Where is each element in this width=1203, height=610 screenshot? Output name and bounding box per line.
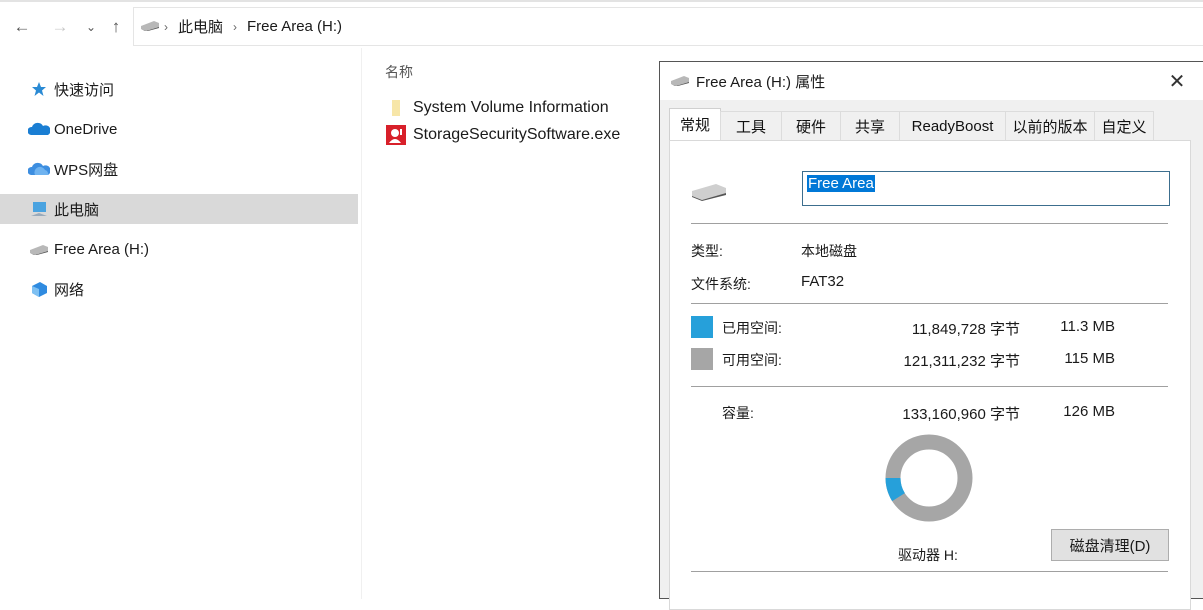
capacity-bytes: 133,160,960 字节 bbox=[902, 406, 1020, 423]
donut-slice-free bbox=[885, 434, 973, 522]
tab-general[interactable]: 常规 bbox=[669, 108, 721, 140]
sidebar-item-network[interactable]: 网络 bbox=[0, 274, 358, 304]
divider bbox=[691, 571, 1168, 572]
free-space-size: 115 MB bbox=[1064, 350, 1115, 367]
drive-icon bbox=[28, 240, 50, 258]
back-button[interactable]: ← bbox=[11, 16, 33, 38]
free-space-label: 可用空间: bbox=[722, 352, 782, 368]
column-header-name[interactable]: 名称 bbox=[385, 62, 413, 82]
arrow-right-icon: → bbox=[51, 17, 69, 36]
general-tab-panel: Free Area 类型: 本地磁盘 文件系统: FAT32 已用空间: 11,… bbox=[669, 140, 1191, 610]
type-label: 类型: bbox=[691, 243, 723, 259]
sidebar-item-free-area[interactable]: Free Area (H:) bbox=[0, 234, 358, 264]
drive-icon bbox=[140, 18, 160, 35]
address-bar[interactable]: › 此电脑 › Free Area (H:) bbox=[133, 7, 1203, 46]
breadcrumb-free-area[interactable]: Free Area (H:) bbox=[247, 18, 342, 35]
recent-locations-button[interactable]: ⌄ bbox=[80, 16, 102, 38]
properties-dialog: Free Area (H:) 属性 ✕ 常规 工具 硬件 共享 ReadyBoo… bbox=[659, 61, 1203, 610]
tab-sharing[interactable]: 共享 bbox=[840, 111, 900, 140]
breadcrumb-this-pc[interactable]: 此电脑 bbox=[178, 16, 223, 37]
breadcrumb-separator-icon: › bbox=[233, 19, 238, 34]
cloud-icon bbox=[28, 160, 50, 178]
star-icon bbox=[28, 80, 50, 98]
sidebar-label: Free Area (H:) bbox=[54, 240, 150, 258]
folder-icon bbox=[386, 98, 406, 118]
forward-button[interactable]: → bbox=[49, 16, 71, 38]
used-space-bytes: 11,849,728 字节 bbox=[911, 321, 1020, 338]
used-space-size: 11.3 MB bbox=[1060, 318, 1115, 335]
cloud-icon bbox=[28, 120, 50, 138]
divider bbox=[691, 303, 1168, 304]
sidebar-item-onedrive[interactable]: OneDrive bbox=[0, 114, 358, 144]
free-space-bytes: 121,311,232 字节 bbox=[903, 353, 1020, 370]
pane-divider[interactable] bbox=[361, 48, 362, 599]
file-name: System Volume Information bbox=[413, 99, 609, 116]
disk-cleanup-button[interactable]: 磁盘清理(D) bbox=[1051, 529, 1169, 561]
up-button[interactable]: ↑ bbox=[105, 16, 127, 38]
network-icon bbox=[28, 280, 50, 298]
tab-tools[interactable]: 工具 bbox=[720, 111, 782, 140]
type-value: 本地磁盘 bbox=[801, 243, 857, 259]
drive-letter-label: 驱动器 H: bbox=[898, 547, 958, 563]
sidebar-item-wps-cloud[interactable]: WPS网盘 bbox=[0, 154, 358, 184]
filesystem-label: 文件系统: bbox=[691, 276, 751, 292]
sidebar-label: 快速访问 bbox=[54, 81, 115, 99]
tab-customize[interactable]: 自定义 bbox=[1094, 111, 1154, 140]
tab-bar: 常规 工具 硬件 共享 ReadyBoost 以前的版本 自定义 bbox=[669, 108, 1154, 140]
file-item[interactable]: StorageSecuritySoftware.exe bbox=[386, 124, 620, 146]
dialog-titlebar[interactable]: Free Area (H:) 属性 ✕ bbox=[660, 62, 1203, 100]
tab-hardware[interactable]: 硬件 bbox=[781, 111, 841, 140]
divider bbox=[691, 386, 1168, 387]
capacity-size: 126 MB bbox=[1063, 403, 1115, 420]
file-item[interactable]: System Volume Information bbox=[386, 97, 609, 119]
used-space-label: 已用空间: bbox=[722, 320, 782, 336]
volume-name-selection: Free Area bbox=[807, 175, 875, 192]
arrow-up-icon: ↑ bbox=[111, 17, 121, 36]
tab-previous-versions[interactable]: 以前的版本 bbox=[1005, 111, 1095, 140]
free-space-swatch bbox=[691, 348, 713, 370]
arrow-left-icon: ← bbox=[13, 17, 31, 36]
used-space-swatch bbox=[691, 316, 713, 338]
sidebar-item-this-pc[interactable]: 此电脑 bbox=[0, 194, 358, 224]
sidebar-label: OneDrive bbox=[54, 120, 118, 138]
breadcrumb-separator-icon: › bbox=[164, 19, 168, 34]
drive-large-icon bbox=[690, 181, 730, 205]
sidebar-label: WPS网盘 bbox=[54, 161, 119, 179]
tab-readyboost[interactable]: ReadyBoost bbox=[899, 111, 1006, 140]
capacity-label: 容量: bbox=[722, 405, 754, 421]
computer-icon bbox=[28, 200, 50, 218]
sidebar-label: 网络 bbox=[54, 281, 85, 299]
sidebar-item-quick-access[interactable]: 快速访问 bbox=[0, 74, 358, 104]
exe-icon bbox=[386, 125, 406, 145]
disk-usage-donut bbox=[885, 434, 973, 522]
file-name: StorageSecuritySoftware.exe bbox=[413, 126, 621, 143]
close-button[interactable]: ✕ bbox=[1165, 69, 1189, 94]
chevron-down-icon: ⌄ bbox=[85, 20, 97, 34]
volume-name-input[interactable]: Free Area bbox=[802, 171, 1170, 206]
drive-icon bbox=[670, 73, 690, 90]
sidebar-label: 此电脑 bbox=[54, 201, 100, 219]
dialog-title: Free Area (H:) 属性 bbox=[696, 73, 826, 91]
divider bbox=[691, 223, 1168, 224]
window-top-border bbox=[0, 0, 1203, 2]
filesystem-value: FAT32 bbox=[801, 273, 845, 290]
